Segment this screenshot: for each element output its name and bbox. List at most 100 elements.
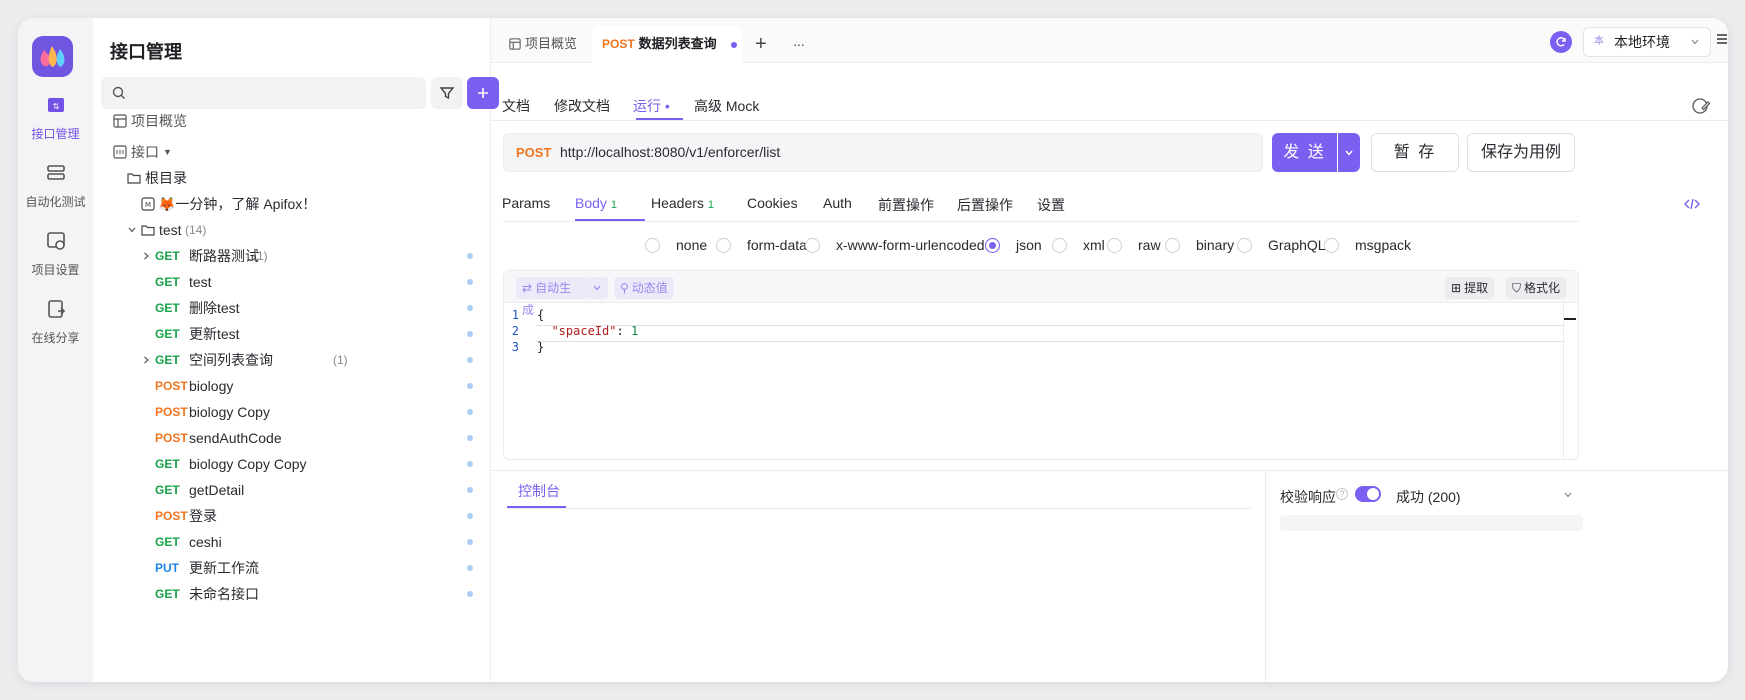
radio-msgpack[interactable]: msgpack <box>1324 237 1411 253</box>
sidebar-api-item[interactable]: PUT 更新工作流 <box>93 555 491 581</box>
request-tab-params[interactable]: Params <box>502 195 550 211</box>
rail-item-label: 自动化测试 <box>25 195 86 209</box>
help-icon[interactable]: ? <box>1336 488 1348 500</box>
request-method[interactable]: POST <box>516 145 551 160</box>
extract-button[interactable]: ⊞ 提取 <box>1445 277 1495 299</box>
api-name: test <box>189 274 212 290</box>
url-bar[interactable]: POST http://localhost:8080/v1/enforcer/l… <box>503 133 1263 172</box>
url-input[interactable]: http://localhost:8080/v1/enforcer/list <box>560 144 780 160</box>
plus-icon <box>478 88 488 98</box>
dynamic-value-button[interactable]: ⚲ 动态值 <box>614 277 674 299</box>
sidebar-api-item[interactable]: GET biology Copy Copy <box>93 451 491 477</box>
subtab-advanced-mock[interactable]: 高级 Mock <box>694 96 759 116</box>
validate-toggle[interactable] <box>1355 486 1381 502</box>
console-tab[interactable]: 控制台 <box>518 481 560 501</box>
sidebar-api-item[interactable]: GET 未命名接口 <box>93 581 491 607</box>
button-label: 动态值 <box>631 281 668 295</box>
radio-xml[interactable]: xml <box>1052 237 1105 253</box>
radio-form-data[interactable]: form-data <box>716 237 807 253</box>
code-icon[interactable] <box>1684 196 1700 212</box>
tab-count: 1 <box>610 199 618 211</box>
sidebar-item-api-root[interactable]: 接口 ▼ <box>93 139 491 165</box>
radio-x-www-form-urlencoded[interactable]: x-www-form-urlencoded <box>805 237 985 253</box>
request-tab-后置操作[interactable]: 后置操作 <box>957 195 1013 215</box>
rail-item-share[interactable]: 在线分享 <box>18 298 93 346</box>
tab-count: 1 <box>707 199 715 211</box>
save-draft-button[interactable]: 暂 存 <box>1371 133 1459 172</box>
environment-select[interactable]: 本 本地环境 <box>1583 27 1711 57</box>
sidebar-api-item[interactable]: POST biology Copy <box>93 399 491 425</box>
request-tab-cookies[interactable]: Cookies <box>747 195 798 211</box>
auto-generate-button[interactable]: ⇄ 自动生成 <box>516 277 589 317</box>
request-tab-设置[interactable]: 设置 <box>1037 195 1065 215</box>
sidebar-api-item[interactable]: GET 删除test <box>93 295 491 321</box>
edit-note-icon[interactable] <box>1691 96 1711 116</box>
send-button[interactable]: 发 送 <box>1272 133 1337 172</box>
radio-circle <box>805 238 820 253</box>
sidebar-api-item[interactable]: GET test <box>93 269 491 295</box>
chevron-right-icon[interactable] <box>141 251 151 261</box>
button-label: 格式化 <box>1524 281 1561 295</box>
json-editor[interactable]: ⇄ 自动生成 ⚲ 动态值 ⊞ 提取 ⛉ 格式化 <box>503 270 1579 460</box>
rail-item-project-settings[interactable]: 项目设置 <box>18 230 93 278</box>
rail-item-automation[interactable]: 自动化测试 <box>18 162 93 210</box>
search-input[interactable] <box>101 77 426 109</box>
request-tab-body[interactable]: Body 1 <box>575 195 617 211</box>
api-method: GET <box>155 353 180 367</box>
api-name: ceshi <box>189 534 222 550</box>
radio-none[interactable]: none <box>645 237 707 253</box>
rail-item-api[interactable]: ⇅ 接口管理 <box>18 94 93 142</box>
radio-graphql[interactable]: GraphQL <box>1237 237 1326 253</box>
code-line: } <box>537 340 545 354</box>
api-name: 未命名接口 <box>189 586 259 602</box>
sidebar-folder-test[interactable]: test (14) <box>93 217 491 243</box>
subtab-edit-docs[interactable]: 修改文档 <box>554 96 610 116</box>
editor-scrollbar[interactable] <box>1563 302 1564 458</box>
folder-name: test <box>159 222 182 238</box>
app-logo[interactable] <box>32 36 73 77</box>
request-tab-auth[interactable]: Auth <box>823 195 852 211</box>
radio-raw[interactable]: raw <box>1107 237 1161 253</box>
send-dropdown-button[interactable] <box>1338 133 1360 172</box>
chevron-right-icon[interactable] <box>141 355 151 365</box>
subtab-run[interactable]: 运行 • <box>633 96 670 116</box>
status-dot <box>467 383 473 389</box>
menu-icon[interactable] <box>1715 32 1728 46</box>
request-tab-headers[interactable]: Headers 1 <box>651 195 714 211</box>
status-select[interactable]: 成功 (200) <box>1396 487 1461 507</box>
sidebar-item-overview[interactable]: 项目概览 <box>93 108 491 134</box>
request-tab-前置操作[interactable]: 前置操作 <box>878 195 934 215</box>
sidebar-api-item[interactable]: POST biology <box>93 373 491 399</box>
svg-text:M: M <box>145 201 151 209</box>
sidebar-api-item[interactable]: GET 更新test <box>93 321 491 347</box>
sidebar-api-item[interactable]: GET 空间列表查询 (1) <box>93 347 491 373</box>
format-button[interactable]: ⛉ 格式化 <box>1506 277 1567 299</box>
more-tabs-button[interactable]: ··· <box>793 26 805 63</box>
swap-icon: ⇄ <box>522 281 533 295</box>
sidebar-api-item[interactable]: POST sendAuthCode <box>93 425 491 451</box>
radio-binary[interactable]: binary <box>1165 237 1234 253</box>
tab-data-list-query[interactable]: POST 数据列表查询 <box>592 26 743 63</box>
sidebar-api-item[interactable]: GET getDetail <box>93 477 491 503</box>
tab-label: 数据列表查询 <box>638 36 717 51</box>
sidebar-api-item[interactable]: GET ceshi <box>93 529 491 555</box>
search-icon <box>112 86 125 99</box>
auto-generate-dropdown[interactable] <box>588 277 608 299</box>
save-as-case-button[interactable]: 保存为用例 <box>1467 133 1575 172</box>
new-tab-button[interactable]: + <box>755 26 767 63</box>
api-count: (1) <box>253 249 268 263</box>
subtab-docs[interactable]: 文档 <box>502 96 530 116</box>
chevron-down-icon[interactable] <box>1563 490 1573 500</box>
sidebar-item-intro[interactable]: M 🦊一分钟，了解 Apifox！ <box>93 191 491 217</box>
sidebar-item-root-dir[interactable]: 根目录 <box>93 165 491 191</box>
sync-button[interactable] <box>1550 31 1572 53</box>
filter-button[interactable] <box>431 77 463 109</box>
validate-label: 校验响应 <box>1280 489 1336 505</box>
radio-circle <box>1107 238 1122 253</box>
environment-label: 本地环境 <box>1614 34 1670 50</box>
sidebar-api-item[interactable]: GET 断路器测试 (1) <box>93 243 491 269</box>
radio-json[interactable]: json <box>985 237 1042 253</box>
sidebar-api-item[interactable]: POST 登录 <box>93 503 491 529</box>
api-name: 登录 <box>189 508 217 524</box>
tab-label: 前置操作 <box>878 197 934 213</box>
